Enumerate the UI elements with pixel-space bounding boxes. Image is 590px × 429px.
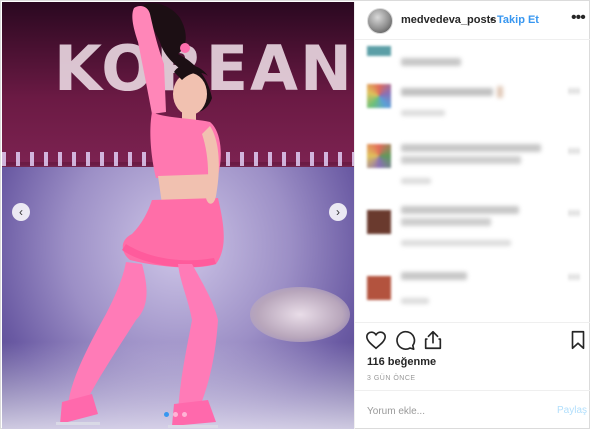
- blurred-meta: [401, 178, 431, 184]
- post-timestamp[interactable]: 3 GÜN ÖNCE: [367, 375, 416, 382]
- list-item: [367, 270, 587, 320]
- comment-like-icon[interactable]: [569, 88, 579, 94]
- ellipsis-icon[interactable]: •••: [571, 9, 586, 27]
- comment-input[interactable]: [367, 403, 537, 419]
- blurred-comment: [401, 156, 521, 164]
- username-link[interactable]: medvedeva_posts: [401, 14, 496, 26]
- commenter-avatar[interactable]: [367, 276, 391, 300]
- blurred-comment: [401, 144, 541, 152]
- post-header: medvedeva_posts • Takip Et •••: [355, 2, 590, 40]
- commenter-avatar[interactable]: [367, 144, 391, 168]
- list-item: [367, 206, 587, 256]
- blurred-comment: [401, 206, 519, 214]
- skater-figure: [56, 3, 224, 428]
- share-icon[interactable]: [422, 329, 444, 351]
- chevron-right-icon: ›: [336, 205, 340, 219]
- comment-icon[interactable]: [394, 329, 416, 351]
- chevron-left-icon: ‹: [19, 205, 23, 219]
- blurred-comment: [401, 218, 491, 226]
- comment-like-icon[interactable]: [569, 274, 579, 280]
- carousel-dot: [173, 412, 178, 417]
- post-comment-button[interactable]: Paylaş: [557, 405, 587, 416]
- commenter-avatar[interactable]: [367, 210, 391, 234]
- carousel-indicator: [164, 412, 187, 417]
- post-actions: 116 beğenme 3 GÜN ÖNCE: [355, 322, 590, 390]
- heart-icon[interactable]: [365, 329, 387, 351]
- bookmark-icon[interactable]: [567, 329, 589, 351]
- post-photo[interactable]: KOREAN ‹ ›: [2, 2, 354, 429]
- blurred-comment: [401, 88, 493, 96]
- blurred-meta: [401, 298, 429, 304]
- likes-count[interactable]: 116 beğenme: [367, 356, 436, 368]
- commenter-avatar[interactable]: [367, 84, 391, 108]
- blurred-meta: [401, 110, 445, 116]
- carousel-dot: [182, 412, 187, 417]
- carousel-next-button[interactable]: ›: [329, 203, 347, 221]
- blurred-meta: [401, 240, 511, 246]
- comment-like-icon[interactable]: [569, 210, 579, 216]
- comment-list: [355, 40, 590, 322]
- list-item: [367, 144, 587, 194]
- comment-like-icon[interactable]: [569, 148, 579, 154]
- carousel-dot: [164, 412, 169, 417]
- blurred-comment: [401, 272, 467, 280]
- follow-button[interactable]: Takip Et: [497, 14, 539, 26]
- post-frame: KOREAN ‹ › medvedeva_posts • Takip Et ••…: [0, 0, 590, 429]
- header-separator: •: [490, 14, 494, 26]
- post-side-panel: medvedeva_posts • Takip Et ••• 116 beğen…: [354, 2, 590, 429]
- commenter-avatar[interactable]: [367, 46, 391, 56]
- comment-form: Paylaş: [355, 390, 590, 429]
- avatar[interactable]: [367, 8, 393, 34]
- blurred-emoji: [497, 86, 503, 98]
- carousel-prev-button[interactable]: ‹: [12, 203, 30, 221]
- list-item: [367, 84, 587, 134]
- blurred-comment: [401, 58, 461, 66]
